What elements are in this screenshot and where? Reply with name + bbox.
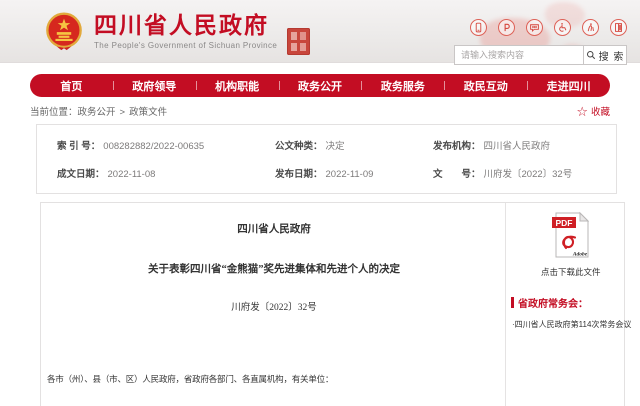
- executive-meeting-link[interactable]: ·四川省人民政府第114次常务会议: [512, 319, 631, 330]
- door-icon[interactable]: [610, 19, 627, 36]
- nav-item-org-functions[interactable]: 机构职能: [195, 74, 279, 97]
- svg-text:Adobe: Adobe: [572, 252, 588, 258]
- site-brand: 四川省人民政府 The People's Government of Sichu…: [46, 12, 311, 59]
- search-button-label: 搜 索: [598, 51, 625, 63]
- breadcrumb-separator: >: [119, 107, 126, 118]
- pdf-file-icon: PDF Adobe: [551, 211, 589, 258]
- breadcrumb-prefix: 当前位置：: [30, 107, 78, 118]
- circle-p-icon[interactable]: [498, 19, 515, 36]
- header-quick-icons: [470, 19, 627, 36]
- meta-publish-date: 发布日期： 2022-11-09: [275, 169, 374, 180]
- favorite-button[interactable]: ☆ 收藏: [576, 103, 610, 119]
- search-input[interactable]: [454, 45, 583, 65]
- mobile-icon[interactable]: [470, 19, 487, 36]
- search-button[interactable]: 搜 索: [583, 45, 627, 65]
- nav-item-interaction[interactable]: 政民互动: [444, 74, 527, 97]
- nav-item-home[interactable]: 首页: [30, 74, 113, 97]
- document-body: 四川省人民政府 关于表彰四川省“金熊猫”奖先进集体和先进个人的决定 川府发〔20…: [41, 203, 505, 406]
- breadcrumb-page-link[interactable]: 政策文件: [129, 107, 167, 118]
- executive-meeting-heading: 省政府常务会：: [511, 295, 631, 310]
- meta-written-date: 成文日期： 2022-11-08: [57, 169, 156, 180]
- document-sidebar: PDF Adobe 点击下载此文件 省政府常务会： ·四川省人民政府第114次常…: [505, 203, 635, 406]
- meta-index-number: 索 引 号： 008282882/2022-00635: [57, 141, 205, 152]
- section-bar-icon: [511, 297, 514, 308]
- site-header: 四川省人民政府 The People's Government of Sichu…: [0, 0, 640, 65]
- nav-item-gov-affairs[interactable]: 政务公开: [278, 74, 362, 97]
- favorite-label: 收藏: [590, 107, 610, 118]
- pdf-download[interactable]: PDF Adobe 点击下载此文件: [540, 211, 601, 278]
- main-nav: 首页 政府领导 机构职能 政务公开 政务服务 政民互动 走进四川: [30, 74, 610, 97]
- executive-meeting-section: 省政府常务会： ·四川省人民政府第114次常务会议: [506, 295, 635, 330]
- document-content-box: 四川省人民政府 关于表彰四川省“金熊猫”奖先进集体和先进个人的决定 川府发〔20…: [40, 202, 631, 406]
- meta-doc-number: 文 号： 川府发〔2022〕32号: [433, 169, 573, 180]
- site-title: 四川省人民政府: [94, 12, 269, 38]
- breadcrumb: 当前位置：政务公开 > 政策文件: [30, 104, 167, 118]
- breadcrumb-section-link[interactable]: 政务公开: [78, 107, 116, 118]
- site-subtitle: The People's Government of Sichuan Provi…: [94, 41, 278, 50]
- svg-text:PDF: PDF: [555, 218, 572, 228]
- wheelchair-icon[interactable]: [554, 19, 571, 36]
- document-meta-table: 索 引 号： 008282882/2022-00635 公文种类： 决定 发布机构：…: [36, 124, 617, 194]
- search-icon: [586, 51, 595, 60]
- site-search: 搜 索: [454, 45, 627, 65]
- document-number: 川府发〔2022〕32号: [231, 303, 317, 313]
- pdf-download-label: 点击下载此文件: [540, 267, 601, 277]
- national-emblem-icon: [46, 12, 82, 59]
- star-icon: ☆: [576, 103, 588, 119]
- brand-text: 四川省人民政府 The People's Government of Sichu…: [94, 12, 277, 50]
- elderly-icon[interactable]: [582, 19, 599, 36]
- document-issuer: 四川省人民政府: [237, 224, 311, 235]
- message-icon[interactable]: [526, 19, 543, 36]
- meta-doc-type: 公文种类： 决定: [275, 141, 345, 152]
- nav-item-gov-services[interactable]: 政务服务: [361, 74, 444, 97]
- document-title: 关于表彰四川省“金熊猫”奖先进集体和先进个人的决定: [148, 264, 400, 275]
- document-salutation: 各市（州）、县（市、区）人民政府，省政府各部门、各直属机构，有关单位：: [47, 374, 334, 384]
- official-seal-icon: [287, 28, 311, 55]
- nav-item-into-sichuan[interactable]: 走进四川: [527, 74, 610, 97]
- breadcrumb-row: 当前位置：政务公开 > 政策文件 ☆ 收藏: [30, 103, 610, 119]
- meta-issuing-agency: 发布机构： 四川省人民政府: [433, 141, 551, 152]
- nav-item-gov-leaders[interactable]: 政府领导: [112, 74, 196, 97]
